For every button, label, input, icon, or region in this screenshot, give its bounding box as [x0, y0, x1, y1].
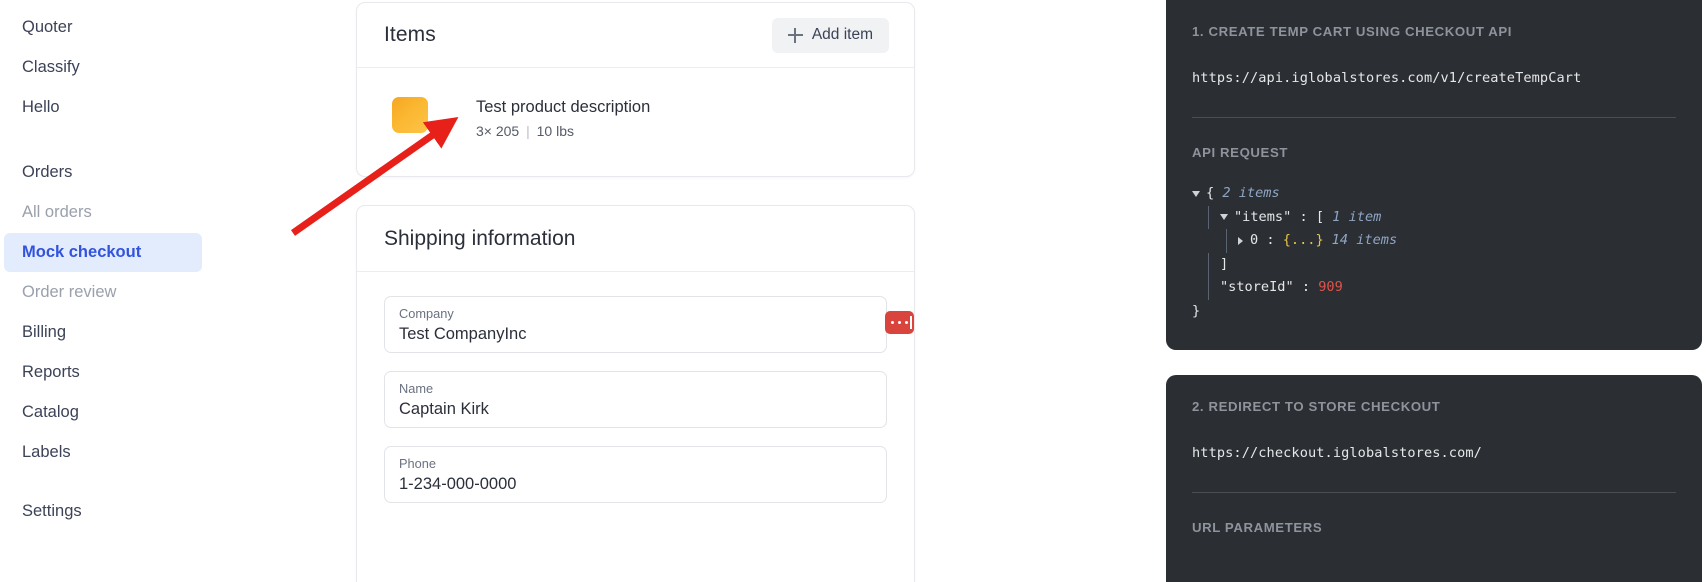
divider: [1192, 117, 1676, 118]
sidebar-item-mock-checkout[interactable]: Mock checkout: [4, 233, 202, 272]
sidebar-item-orders[interactable]: Orders: [4, 153, 202, 192]
sidebar-item-label: Hello: [22, 98, 60, 116]
shipping-card-header: Shipping information: [357, 206, 914, 272]
sidebar-item-label: Classify: [22, 58, 80, 76]
api-step-1-card: 1. CREATE TEMP CART USING CHECKOUT API h…: [1166, 0, 1702, 350]
json-line[interactable]: "items" : [ 1 item: [1192, 205, 1676, 229]
dot-icon: [897, 320, 902, 325]
sidebar-item-reports[interactable]: Reports: [4, 353, 202, 392]
sidebar-item-settings[interactable]: Settings: [4, 492, 202, 531]
sidebar-item-hello[interactable]: Hello: [4, 88, 202, 127]
api-step-1-url[interactable]: https://api.iglobalstores.com/v1/createT…: [1192, 70, 1676, 86]
dot-icon: [904, 320, 909, 325]
item-meta: 3× 205 | 10 lbs: [476, 123, 650, 139]
name-field[interactable]: Name Captain Kirk: [384, 371, 887, 428]
sidebar-item-label: Settings: [22, 502, 82, 520]
shipping-information-card: Shipping information Company Test Compan…: [356, 205, 915, 582]
sidebar-item-labels[interactable]: Labels: [4, 433, 202, 472]
api-step-2-url[interactable]: https://checkout.iglobalstores.com/: [1192, 445, 1676, 461]
json-line: }: [1192, 302, 1201, 319]
name-label: Name: [399, 381, 434, 396]
tree-guide: [1208, 252, 1209, 276]
shipping-title: Shipping information: [384, 226, 576, 250]
company-value: Test CompanyInc: [399, 325, 527, 344]
sidebar-item-label: All orders: [22, 203, 92, 221]
phone-label: Phone: [399, 456, 437, 471]
json-line: ]: [1192, 252, 1676, 276]
sidebar-item-all-orders[interactable]: All orders: [4, 193, 202, 232]
sidebar-item-label: Labels: [22, 443, 71, 461]
tree-guide: [1208, 205, 1209, 229]
chevron-down-icon[interactable]: [1220, 214, 1228, 221]
items-card-header: Items Add item: [357, 3, 914, 68]
api-step-1-heading: 1. CREATE TEMP CART USING CHECKOUT API: [1192, 24, 1513, 39]
company-label: Company: [399, 306, 454, 321]
app-root: Quoter Classify Hello Orders All orders …: [0, 0, 1706, 582]
sidebar-item-label: Mock checkout: [22, 243, 142, 261]
shipping-form: Company Test CompanyInc Name Captain Kir…: [357, 272, 914, 503]
add-item-button[interactable]: Add item: [771, 17, 889, 53]
main-content: Items Add item Test product description …: [206, 0, 1706, 582]
item-weight: 10 lbs: [536, 122, 574, 139]
sidebar-item-label: Quoter: [22, 18, 73, 36]
sidebar-item-label: Reports: [22, 363, 80, 381]
sidebar-item-classify[interactable]: Classify: [4, 48, 202, 87]
sidebar-item-label: Billing: [22, 323, 67, 341]
tree-guide: [1208, 276, 1209, 300]
item-quantity: 3× 205: [476, 122, 520, 139]
api-request-json: { 2 items "items" : [ 1 item 0 : {...} 14…: [1192, 182, 1676, 323]
divider: [1192, 492, 1676, 493]
items-card: Items Add item Test product description …: [356, 2, 915, 177]
sidebar-item-quoter[interactable]: Quoter: [4, 8, 202, 47]
sidebar-item-label: Orders: [22, 163, 73, 181]
item-row[interactable]: Test product description 3× 205 | 10 lbs: [357, 68, 914, 139]
chevron-down-icon[interactable]: [1192, 190, 1200, 197]
phone-field[interactable]: Phone 1-234-000-0000: [384, 446, 887, 503]
api-steps-rail: 1. CREATE TEMP CART USING CHECKOUT API h…: [1166, 0, 1702, 582]
name-value: Captain Kirk: [399, 400, 489, 419]
sidebar: Quoter Classify Hello Orders All orders …: [0, 0, 206, 582]
add-item-label: Add item: [811, 26, 873, 43]
item-name: Test product description: [476, 98, 651, 116]
sidebar-item-order-review[interactable]: Order review: [4, 273, 202, 312]
item-meta-separator: |: [526, 122, 530, 139]
company-field[interactable]: Company Test CompanyInc: [384, 296, 914, 353]
json-line: "storeId" : 909: [1192, 276, 1676, 300]
text-cursor-icon: [910, 316, 912, 329]
dot-icon: [890, 320, 895, 325]
chevron-right-icon[interactable]: [1238, 236, 1243, 245]
api-request-label: API REQUEST: [1192, 145, 1288, 160]
api-step-2-card: 2. REDIRECT TO STORE CHECKOUT https://ch…: [1166, 375, 1702, 582]
item-details: Test product description 3× 205 | 10 lbs: [476, 97, 650, 139]
plus-icon: [787, 27, 803, 43]
sidebar-item-catalog[interactable]: Catalog: [4, 393, 202, 432]
sidebar-item-billing[interactable]: Billing: [4, 313, 202, 352]
ellipsis-badge[interactable]: [885, 311, 914, 334]
json-line[interactable]: 0 : {...} 14 items: [1192, 229, 1676, 253]
api-step-2-heading: 2. REDIRECT TO STORE CHECKOUT: [1192, 399, 1441, 414]
product-thumbnail: [392, 97, 428, 133]
items-title: Items: [384, 23, 436, 46]
json-line[interactable]: { 2 items: [1192, 182, 1676, 206]
url-parameters-label: URL PARAMETERS: [1192, 520, 1323, 535]
sidebar-item-label: Catalog: [22, 403, 79, 421]
tree-guide: [1226, 229, 1227, 253]
phone-value: 1-234-000-0000: [399, 475, 517, 494]
sidebar-item-label: Order review: [22, 283, 117, 301]
api-steps-panel: 1. CREATE TEMP CART USING CHECKOUT API h…: [1166, 0, 1706, 582]
